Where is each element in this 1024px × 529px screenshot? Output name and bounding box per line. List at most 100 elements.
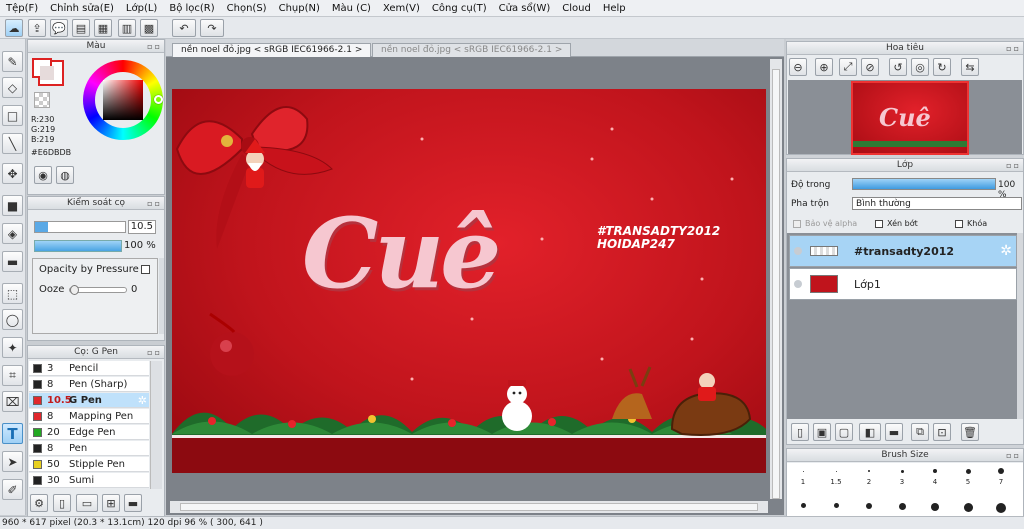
fit-view-icon[interactable]: ⤢: [839, 58, 857, 76]
clip-checkbox[interactable]: [875, 220, 883, 228]
fill-shape-icon[interactable]: ■: [2, 195, 23, 216]
opacity-pressure-checkbox[interactable]: [141, 265, 150, 274]
pen-item[interactable]: 8 Mapping Pen: [29, 409, 149, 424]
tab-inactive-document[interactable]: nền noel đỏ.jpg < sRGB IEC61966-2.1 >: [372, 43, 572, 57]
folder-icon[interactable]: ▬: [124, 494, 142, 512]
rotate-left-icon[interactable]: ↺: [889, 58, 907, 76]
pen-item[interactable]: 8 Pen (Sharp): [29, 377, 149, 392]
zoom-out-icon[interactable]: ⊖: [789, 58, 807, 76]
comment-icon[interactable]: ▤: [72, 19, 90, 37]
artwork[interactable]: Cuê #TRANSADTY2012 HOIDAP247: [172, 89, 766, 473]
new-correction-layer-icon[interactable]: ◧: [859, 423, 881, 441]
select-pen-icon[interactable]: ⌗: [2, 365, 23, 386]
menu-item[interactable]: Cửa sổ(W): [493, 3, 557, 14]
menu-item[interactable]: Bộ lọc(R): [163, 3, 220, 14]
brush-tool-icon[interactable]: ✎: [2, 51, 23, 72]
vertical-scrollbar[interactable]: [770, 59, 782, 499]
layer-row-lop1[interactable]: Lớp1: [789, 268, 1017, 300]
layer-list-scrollbar[interactable]: [1017, 233, 1023, 419]
rotate-right-icon[interactable]: ↻: [933, 58, 951, 76]
merge-layer-icon[interactable]: ⊡: [933, 423, 951, 441]
new-vector-layer-icon[interactable]: ▣: [813, 423, 831, 441]
color-wheel[interactable]: [83, 60, 163, 140]
object-select-icon[interactable]: ➤: [2, 451, 23, 472]
new-layer-icon[interactable]: ▢: [835, 423, 853, 441]
grid-icon[interactable]: ▩: [140, 19, 158, 37]
pen-item[interactable]: 50 Stipple Pen: [29, 457, 149, 472]
select-eraser-icon[interactable]: ⌧: [2, 391, 23, 412]
menu-item[interactable]: Cloud: [556, 3, 597, 14]
pen-tool-icon[interactable]: ✐: [2, 479, 23, 500]
text-tool-icon[interactable]: T: [2, 423, 23, 444]
reset-rotation-icon[interactable]: ◎: [911, 58, 929, 76]
redo-icon[interactable]: ↷: [200, 19, 224, 37]
size-slider[interactable]: [34, 221, 126, 233]
menu-item[interactable]: Help: [597, 3, 632, 14]
export-icon[interactable]: ⇪: [28, 19, 46, 37]
gradient-tool-icon[interactable]: ▬: [2, 251, 23, 272]
menu-item[interactable]: Màu (C): [326, 3, 377, 14]
brush-size-preset[interactable]: 1.5: [820, 463, 853, 517]
new-subtool-icon[interactable]: ▯: [53, 494, 71, 512]
copy-layer-icon[interactable]: ⧉: [911, 423, 929, 441]
zoom-in-icon[interactable]: ⊕: [815, 58, 833, 76]
eraser-tool-icon[interactable]: ◇: [2, 77, 23, 98]
brush-size-preset[interactable]: 4: [919, 463, 952, 517]
palette-settings-icon[interactable]: ◍: [56, 166, 74, 184]
saturation-square[interactable]: [103, 80, 143, 120]
horizontal-scrollbar[interactable]: [170, 501, 768, 513]
bucket-tool-icon[interactable]: ◈: [2, 223, 23, 244]
menu-item[interactable]: Lớp(L): [120, 3, 163, 14]
menu-item[interactable]: Xem(V): [377, 3, 426, 14]
marquee-tool-icon[interactable]: ⬚: [2, 283, 23, 304]
new-raster-layer-icon[interactable]: ▯: [791, 423, 809, 441]
line-tool-icon[interactable]: ╲: [2, 133, 23, 154]
zoom-actual-icon[interactable]: ⊘: [861, 58, 879, 76]
menu-item[interactable]: Tệp(F): [0, 3, 44, 14]
layer-icon[interactable]: ▥: [118, 19, 136, 37]
pen-item[interactable]: 3 Pencil: [29, 361, 149, 376]
menu-item[interactable]: Chụp(N): [273, 3, 326, 14]
visibility-icon[interactable]: [794, 280, 802, 288]
chat-icon[interactable]: 💬: [50, 19, 68, 37]
brush-size-preset[interactable]: 3: [886, 463, 919, 517]
pen-item[interactable]: 8 Pen: [29, 441, 149, 456]
dynamics-scrollbar[interactable]: [159, 258, 164, 334]
lock-checkbox[interactable]: [955, 220, 963, 228]
app-icon[interactable]: ☁: [5, 19, 23, 37]
palette-icon[interactable]: ◉: [34, 166, 52, 184]
protect-alpha-checkbox[interactable]: [793, 220, 801, 228]
brush-size-preset[interactable]: 1: [787, 463, 820, 517]
magic-wand-icon[interactable]: ✦: [2, 337, 23, 358]
visibility-icon[interactable]: [794, 247, 802, 255]
pen-list-scrollbar[interactable]: [150, 361, 162, 489]
move-tool-icon[interactable]: ✥: [2, 163, 23, 184]
navigator-preview-area[interactable]: Cuê: [788, 80, 1022, 155]
transparent-color-icon[interactable]: [34, 92, 50, 108]
menu-item[interactable]: Công cụ(T): [426, 3, 493, 14]
navigator-thumbnail[interactable]: Cuê: [851, 81, 969, 155]
hue-marker[interactable]: [154, 95, 163, 104]
pen-item[interactable]: 20 Edge Pen: [29, 425, 149, 440]
pen-item[interactable]: 10.5 G Pen ✲: [29, 393, 149, 408]
tab-active-document[interactable]: nền noel đỏ.jpg < sRGB IEC61966-2.1 >: [172, 43, 372, 57]
lasso-tool-icon[interactable]: ◯: [2, 309, 23, 330]
layer-row-transadty[interactable]: #transadty2012 ✲: [789, 235, 1017, 267]
new-folder-icon[interactable]: ▬: [885, 423, 903, 441]
delete-layer-icon[interactable]: 🗑: [961, 423, 979, 441]
pen-item[interactable]: 30 Sumi: [29, 473, 149, 488]
undo-icon[interactable]: ↶: [172, 19, 196, 37]
brush-size-preset[interactable]: 2: [853, 463, 886, 517]
material-icon[interactable]: ▦: [94, 19, 112, 37]
menu-item[interactable]: Chọn(S): [221, 3, 273, 14]
size-value[interactable]: 10.5: [128, 220, 156, 234]
import-subtool-icon[interactable]: ⊞: [102, 494, 120, 512]
ooze-slider[interactable]: [69, 285, 127, 295]
opacity-slider[interactable]: [34, 240, 122, 252]
menu-item[interactable]: Chỉnh sửa(E): [44, 3, 120, 14]
copy-subtool-icon[interactable]: ▭: [76, 494, 98, 512]
rect-tool-icon[interactable]: □: [2, 105, 23, 126]
blend-mode-select[interactable]: Bình thường: [852, 197, 1022, 210]
layer-opacity-slider[interactable]: [852, 178, 996, 190]
brush-size-preset[interactable]: 5: [952, 463, 985, 517]
